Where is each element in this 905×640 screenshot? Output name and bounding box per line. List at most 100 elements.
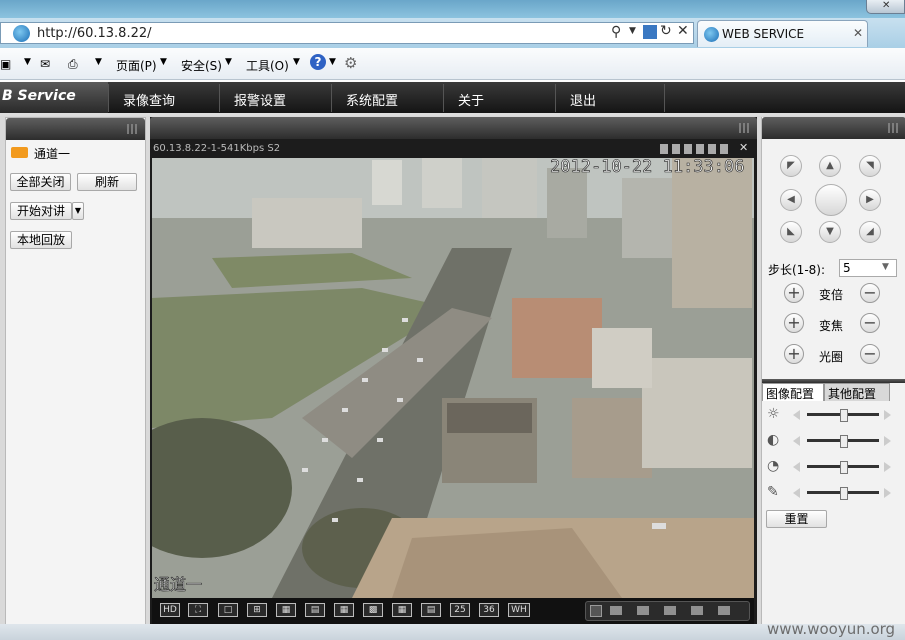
ptz-center-button[interactable] [815,184,847,216]
iris-close-button[interactable]: − [860,344,880,364]
ptz-down-right-button[interactable]: ◢ [859,221,881,243]
step-value: 5 [843,261,851,275]
hue-decrease-icon[interactable] [793,488,800,498]
slider-knob[interactable] [840,461,848,474]
layout-25-button[interactable]: 25 [450,603,470,617]
contrast-slider[interactable] [807,435,879,448]
nav-about[interactable]: 关于 [443,84,553,112]
search-icon[interactable]: ⚲ [611,24,621,40]
hue-slider[interactable] [807,487,879,500]
layout-6-button[interactable]: ▦ [276,603,296,617]
gear-icon[interactable]: ⚙ [344,54,357,72]
tab-close-icon[interactable]: ✕ [853,26,863,40]
nav-alarm-settings[interactable]: 报警设置 [219,84,329,112]
stream-tool-icons[interactable] [660,144,730,154]
grip-icon[interactable] [739,123,749,133]
reset-button[interactable]: 重置 [766,510,827,528]
help-icon[interactable]: ? [310,54,326,70]
layout-toggle-icon[interactable] [590,605,602,617]
channel-label[interactable]: 通道一 [34,145,70,162]
iris-open-button[interactable]: + [784,344,804,364]
layout-36-button[interactable]: 36 [479,603,499,617]
stop-icon[interactable]: ✕ [677,23,689,39]
close-window-button[interactable]: ✕ [866,0,905,14]
browser-titlebar [0,0,905,18]
compatibility-icon[interactable] [643,25,657,39]
local-playback-button[interactable]: 本地回放 [10,231,72,249]
talk-dropdown-button[interactable]: ▼ [72,202,84,220]
menu-safety[interactable]: 安全(S) [181,57,222,74]
contrast-icon: ◐ [767,432,780,448]
layout-13-button[interactable]: ▩ [363,603,383,617]
help-dropdown-icon[interactable]: ▼ [329,57,336,67]
ptz-down-button[interactable]: ▼ [819,221,841,243]
ptz-left-button[interactable]: ◀ [780,189,802,211]
focus-far-button[interactable]: − [860,313,880,333]
ptz-up-right-button[interactable]: ◥ [859,155,881,177]
layout-9-button[interactable]: ▦ [334,603,354,617]
print-icon[interactable]: ⎙ [68,57,78,72]
focus-near-button[interactable]: + [784,313,804,333]
ie-page-icon [13,25,30,42]
ptz-up-button[interactable]: ▲ [819,155,841,177]
saturation-increase-icon[interactable] [884,462,891,472]
ptz-up-left-button[interactable]: ◤ [780,155,802,177]
saturation-decrease-icon[interactable] [793,462,800,472]
refresh-button[interactable]: 刷新 [77,173,137,191]
nav-system-config[interactable]: 系统配置 [331,84,441,112]
layout-page-icons[interactable] [610,606,740,615]
layout-20-button[interactable]: ▤ [421,603,441,617]
saturation-slider[interactable] [807,461,879,474]
video-panel-header [150,117,757,139]
browser-tab[interactable]: WEB SERVICE ✕ [697,20,868,47]
contrast-decrease-icon[interactable] [793,436,800,446]
start-talk-button[interactable]: 开始对讲 [10,202,72,220]
brightness-increase-icon[interactable] [884,410,891,420]
focus-label: 变焦 [819,319,844,333]
aspect-ratio-button[interactable]: WH [508,603,530,617]
contrast-increase-icon[interactable] [884,436,891,446]
dropdown-icon[interactable]: ▼ [629,26,636,36]
feeds-icon[interactable]: ▣ [0,57,11,71]
grip-icon[interactable] [888,123,898,133]
address-bar[interactable]: http://60.13.8.22/ ⚲ ▼ ↻ ✕ [0,22,694,44]
tools-dropdown-icon: ▼ [293,57,300,67]
close-all-button[interactable]: 全部关闭 [10,173,71,191]
close-video-icon[interactable]: ✕ [739,141,748,154]
layout-8-button[interactable]: ▤ [305,603,325,617]
left-panel-header [6,118,145,140]
zoom-out-button[interactable]: − [860,283,880,303]
ptz-down-left-button[interactable]: ◣ [780,221,802,243]
slider-knob[interactable] [840,435,848,448]
refresh-icon[interactable]: ↻ [660,23,672,39]
grip-icon[interactable] [127,124,137,134]
nav-record-query[interactable]: 录像查询 [108,84,218,112]
print-dropdown-icon[interactable]: ▼ [95,57,102,67]
zoom-in-button[interactable]: + [784,283,804,303]
tab-image-config[interactable]: 图像配置 [762,383,824,401]
hd-button[interactable]: HD [160,603,180,617]
layout-1-button[interactable]: □ [218,603,238,617]
video-timestamp: 2012-10-22 11:33:06 [550,158,744,177]
menu-page[interactable]: 页面(P) [116,57,157,74]
fullscreen-button[interactable]: ⛶ [188,603,208,617]
slider-knob[interactable] [840,487,848,500]
menu-tools[interactable]: 工具(O) [246,57,289,74]
layout-4-button[interactable]: ⊞ [247,603,267,617]
url-text[interactable]: http://60.13.8.22/ [37,26,152,41]
brightness-decrease-icon[interactable] [793,410,800,420]
video-feed[interactable]: 2012-10-22 11:33:06 通道一 [152,158,754,598]
step-select[interactable]: 5 ▼ [839,259,897,277]
tab-other-config[interactable]: 其他配置 [824,383,890,401]
ptz-right-button[interactable]: ▶ [859,189,881,211]
nav-logout[interactable]: 退出 [555,84,665,112]
ptz-panel-header [762,117,905,139]
layout-16-button[interactable]: ▦ [392,603,412,617]
slider-knob[interactable] [840,409,848,422]
feeds-dropdown-icon[interactable]: ▼ [24,57,31,67]
mail-icon[interactable]: ✉ [40,57,50,71]
ie-tab-icon [704,27,719,42]
brightness-slider[interactable] [807,409,879,422]
hue-increase-icon[interactable] [884,488,891,498]
video-controls: HD ⛶ □ ⊞ ▦ ▤ ▦ ▩ ▦ ▤ 25 36 WH [152,598,754,624]
